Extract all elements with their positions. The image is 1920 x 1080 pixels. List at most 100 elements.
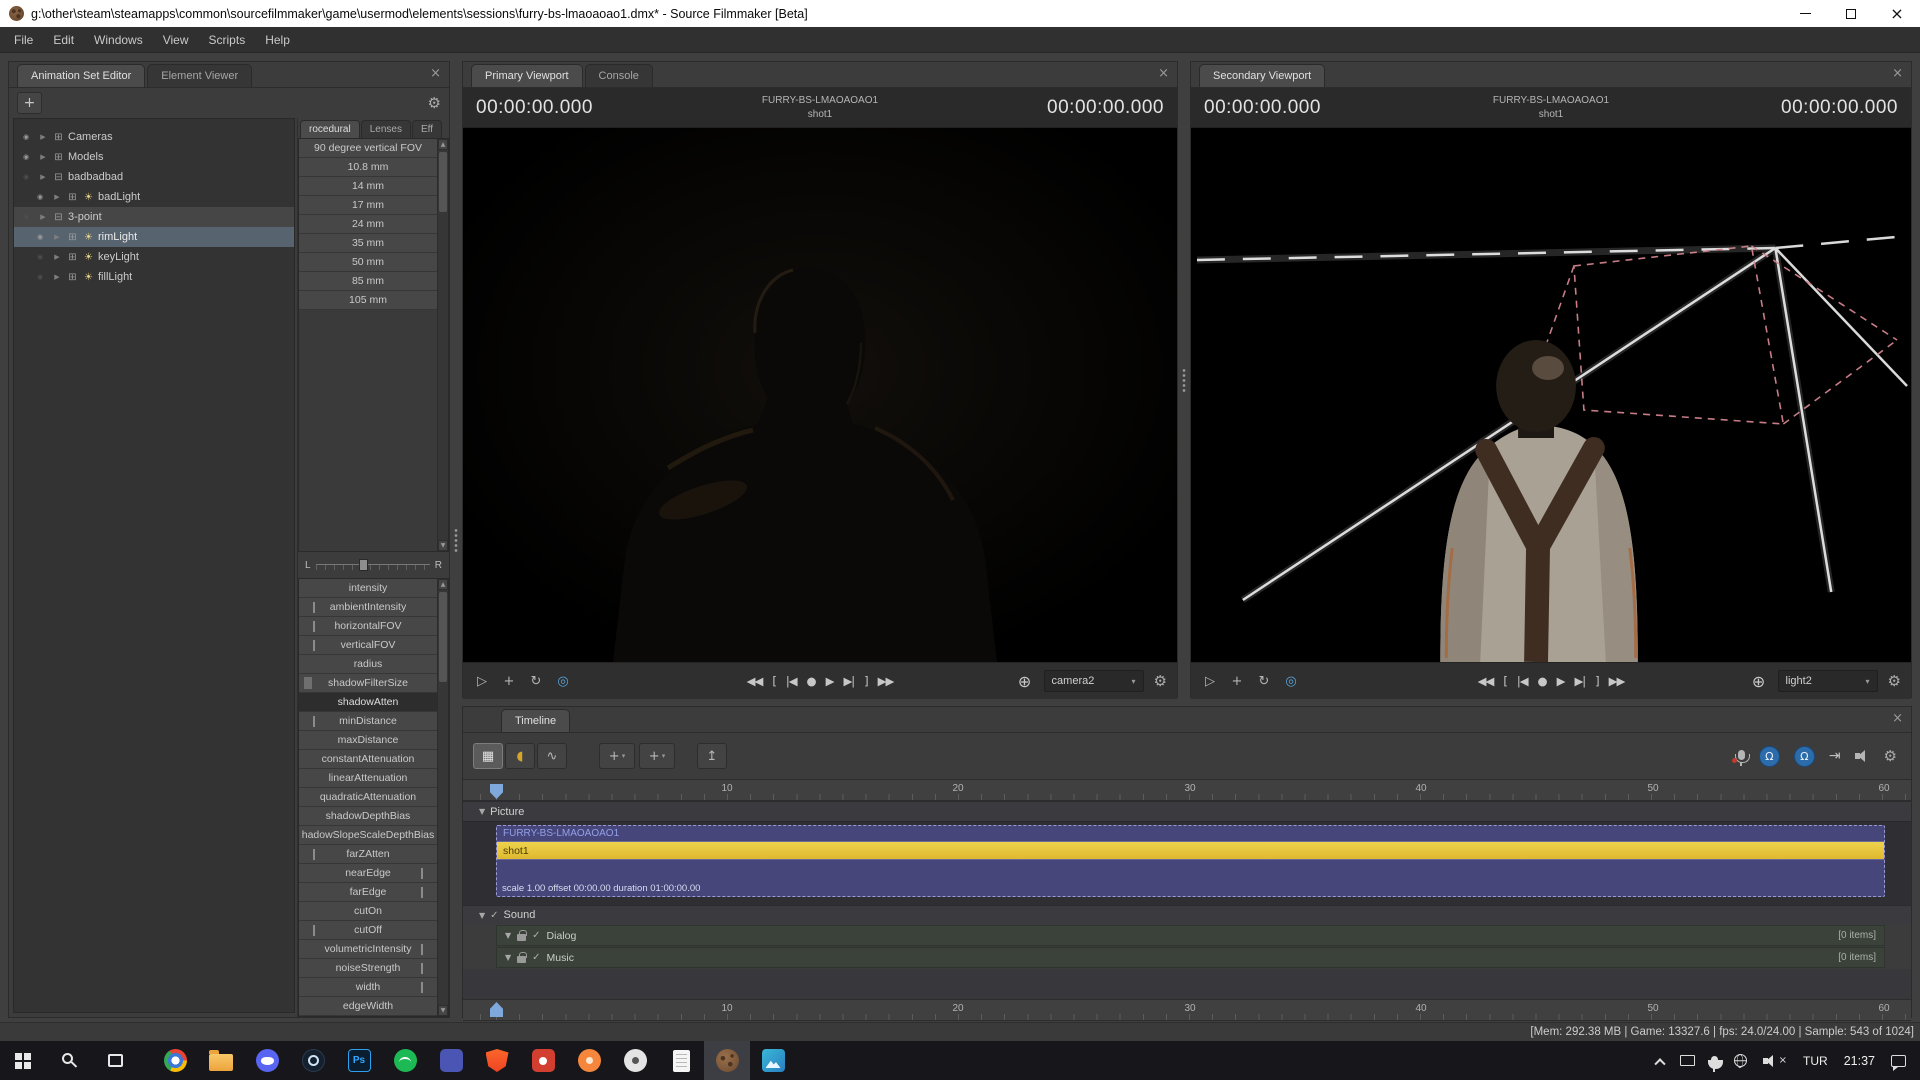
attribute-slider[interactable]: shadowDepthBias bbox=[299, 807, 437, 826]
visibility-eye-icon[interactable]: ◉ bbox=[32, 193, 48, 201]
orbit-tool-icon[interactable]: ◎ bbox=[554, 674, 572, 689]
close-panel-icon[interactable]: × bbox=[430, 67, 441, 80]
lock-icon[interactable] bbox=[517, 956, 526, 963]
brave-icon[interactable] bbox=[474, 1041, 520, 1080]
clip-end-button[interactable]: ] bbox=[864, 674, 868, 688]
tab-lenses[interactable]: Lenses bbox=[361, 120, 411, 138]
attribute-slider[interactable]: maxDistance bbox=[299, 731, 437, 750]
expand-toggle-icon[interactable]: ⊞ bbox=[52, 152, 65, 163]
attribute-slider[interactable]: ambientIntensity bbox=[299, 598, 437, 617]
notepad-icon[interactable] bbox=[658, 1041, 704, 1080]
spotify-icon[interactable] bbox=[382, 1041, 428, 1080]
tab-secondary-viewport[interactable]: Secondary Viewport bbox=[1199, 64, 1325, 87]
search-button[interactable] bbox=[46, 1041, 92, 1080]
expand-arrow-icon[interactable]: ▶ bbox=[51, 193, 63, 201]
tab-timeline[interactable]: Timeline bbox=[501, 709, 570, 732]
frame-back-button[interactable]: |◀ bbox=[786, 674, 797, 688]
balance-handle[interactable] bbox=[359, 559, 368, 571]
mic-tray-icon[interactable] bbox=[1703, 1041, 1726, 1080]
lens-preset[interactable]: 17 mm bbox=[299, 196, 437, 215]
clip-start-button[interactable]: [ bbox=[1503, 674, 1507, 688]
frame-back-button[interactable]: |◀ bbox=[1517, 674, 1528, 688]
globe-icon[interactable]: ⊕ bbox=[1016, 672, 1034, 691]
graph-mode-button[interactable]: ∿ bbox=[537, 743, 567, 769]
minimize-button[interactable] bbox=[1782, 0, 1828, 27]
primary-viewport-canvas[interactable] bbox=[463, 128, 1177, 662]
expand-arrow-icon[interactable]: ▶ bbox=[37, 153, 49, 161]
attribute-slider[interactable]: farZAtten bbox=[299, 845, 437, 864]
discord-icon[interactable] bbox=[244, 1041, 290, 1080]
playhead[interactable] bbox=[490, 784, 503, 799]
visibility-eye-icon[interactable]: ◉ bbox=[32, 233, 48, 241]
rotate-tool-icon[interactable]: ↻ bbox=[1255, 674, 1273, 689]
visibility-eye-icon[interactable]: ◉ bbox=[32, 273, 48, 281]
lens-preset[interactable]: 10.8 mm bbox=[299, 158, 437, 177]
sound-track-dialog[interactable]: ▼ ✓ Dialog [0 items] bbox=[496, 925, 1885, 946]
record-button[interactable]: ● bbox=[807, 674, 816, 688]
close-button[interactable]: × bbox=[1874, 0, 1920, 27]
tab-primary-viewport[interactable]: Primary Viewport bbox=[471, 64, 583, 87]
timeline-ruler-top[interactable]: 102030405060 bbox=[463, 779, 1911, 801]
promote-button[interactable]: ↥ bbox=[697, 743, 727, 769]
expand-toggle-icon[interactable]: ⊞ bbox=[66, 232, 79, 243]
tree-item-keylight[interactable]: ◉ ▶ ⊞ ☀ keyLight bbox=[14, 247, 294, 267]
menu-view[interactable]: View bbox=[153, 27, 199, 52]
menu-scripts[interactable]: Scripts bbox=[199, 27, 256, 52]
steam-icon[interactable] bbox=[290, 1041, 336, 1080]
play-tool-icon[interactable]: ▷ bbox=[1201, 674, 1219, 689]
gear-icon[interactable]: ⚙ bbox=[1888, 674, 1901, 689]
rewind-button[interactable]: ◀◀ bbox=[747, 674, 763, 688]
chrome-icon[interactable] bbox=[152, 1041, 198, 1080]
clock[interactable]: 21:37 bbox=[1836, 1041, 1883, 1080]
play-button[interactable]: ▶ bbox=[1557, 674, 1565, 688]
close-panel-icon[interactable]: × bbox=[1892, 712, 1903, 725]
expand-toggle-icon[interactable]: ⊞ bbox=[66, 252, 79, 263]
hidden-icons-chevron[interactable] bbox=[1648, 1041, 1672, 1080]
start-button[interactable] bbox=[0, 1041, 46, 1080]
attribute-slider[interactable]: cutOn bbox=[299, 902, 437, 921]
play-tool-icon[interactable]: ▷ bbox=[473, 674, 491, 689]
lens-preset[interactable]: 90 degree vertical FOV bbox=[299, 139, 437, 158]
attribute-slider[interactable]: radius bbox=[299, 655, 437, 674]
attribute-slider[interactable]: linearAttenuation bbox=[299, 769, 437, 788]
playhead[interactable] bbox=[490, 1002, 503, 1017]
frame-forward-button[interactable]: ▶| bbox=[1574, 674, 1585, 688]
visibility-eye-icon[interactable]: ◉ bbox=[18, 153, 34, 161]
snap-playhead-icon[interactable]: ⇥ bbox=[1829, 748, 1841, 764]
attribute-slider[interactable]: shadowFilterSize bbox=[299, 674, 437, 693]
network-tray-icon[interactable] bbox=[1726, 1041, 1755, 1080]
lens-preset[interactable]: 14 mm bbox=[299, 177, 437, 196]
fast-forward-button[interactable]: ▶▶ bbox=[1609, 674, 1625, 688]
lens-preset[interactable]: 105 mm bbox=[299, 291, 437, 310]
clip-mode-button[interactable]: ◖ bbox=[505, 743, 535, 769]
task-view-button[interactable] bbox=[92, 1041, 138, 1080]
photoshop-icon[interactable]: Ps bbox=[336, 1041, 382, 1080]
attribute-slider[interactable]: volumetricIntensity bbox=[299, 940, 437, 959]
lens-preset[interactable]: 85 mm bbox=[299, 272, 437, 291]
scroll-down-icon[interactable]: ▼ bbox=[438, 1005, 448, 1016]
speaker-icon[interactable] bbox=[1855, 750, 1870, 762]
volume-tray-icon[interactable]: × bbox=[1755, 1041, 1795, 1080]
camera-selector[interactable]: camera2 ▾ bbox=[1044, 670, 1144, 692]
scroll-down-icon[interactable]: ▼ bbox=[438, 540, 448, 551]
close-panel-icon[interactable]: × bbox=[1158, 67, 1169, 80]
vertical-splitter[interactable] bbox=[450, 61, 462, 1018]
expand-arrow-icon[interactable]: ▶ bbox=[51, 253, 63, 261]
add-animation-set-button[interactable]: + bbox=[17, 92, 42, 114]
collapse-arrow-icon[interactable]: ▼ bbox=[505, 931, 511, 940]
action-center-icon[interactable] bbox=[1883, 1041, 1914, 1080]
attribute-slider[interactable]: shadowAtten bbox=[299, 693, 437, 712]
menu-help[interactable]: Help bbox=[255, 27, 300, 52]
tree-item-cameras[interactable]: ◉ ▶ ⊞ ☀ Cameras bbox=[14, 127, 294, 147]
tree-item-models[interactable]: ◉ ▶ ⊞ ☀ Models bbox=[14, 147, 294, 167]
fast-forward-button[interactable]: ▶▶ bbox=[878, 674, 894, 688]
maximize-button[interactable] bbox=[1828, 0, 1874, 27]
tab-console[interactable]: Console bbox=[585, 64, 653, 87]
menu-file[interactable]: File bbox=[4, 27, 43, 52]
display-tray-icon[interactable] bbox=[1672, 1041, 1703, 1080]
scroll-up-icon[interactable]: ▲ bbox=[438, 579, 448, 590]
attribute-scrollbar[interactable]: ▲ ▼ bbox=[437, 579, 448, 1016]
tree-item-badlight[interactable]: ◉ ▶ ⊞ ☀ badLight bbox=[14, 187, 294, 207]
attribute-slider[interactable]: intensity bbox=[299, 579, 437, 598]
check-icon[interactable]: ✓ bbox=[490, 910, 498, 921]
